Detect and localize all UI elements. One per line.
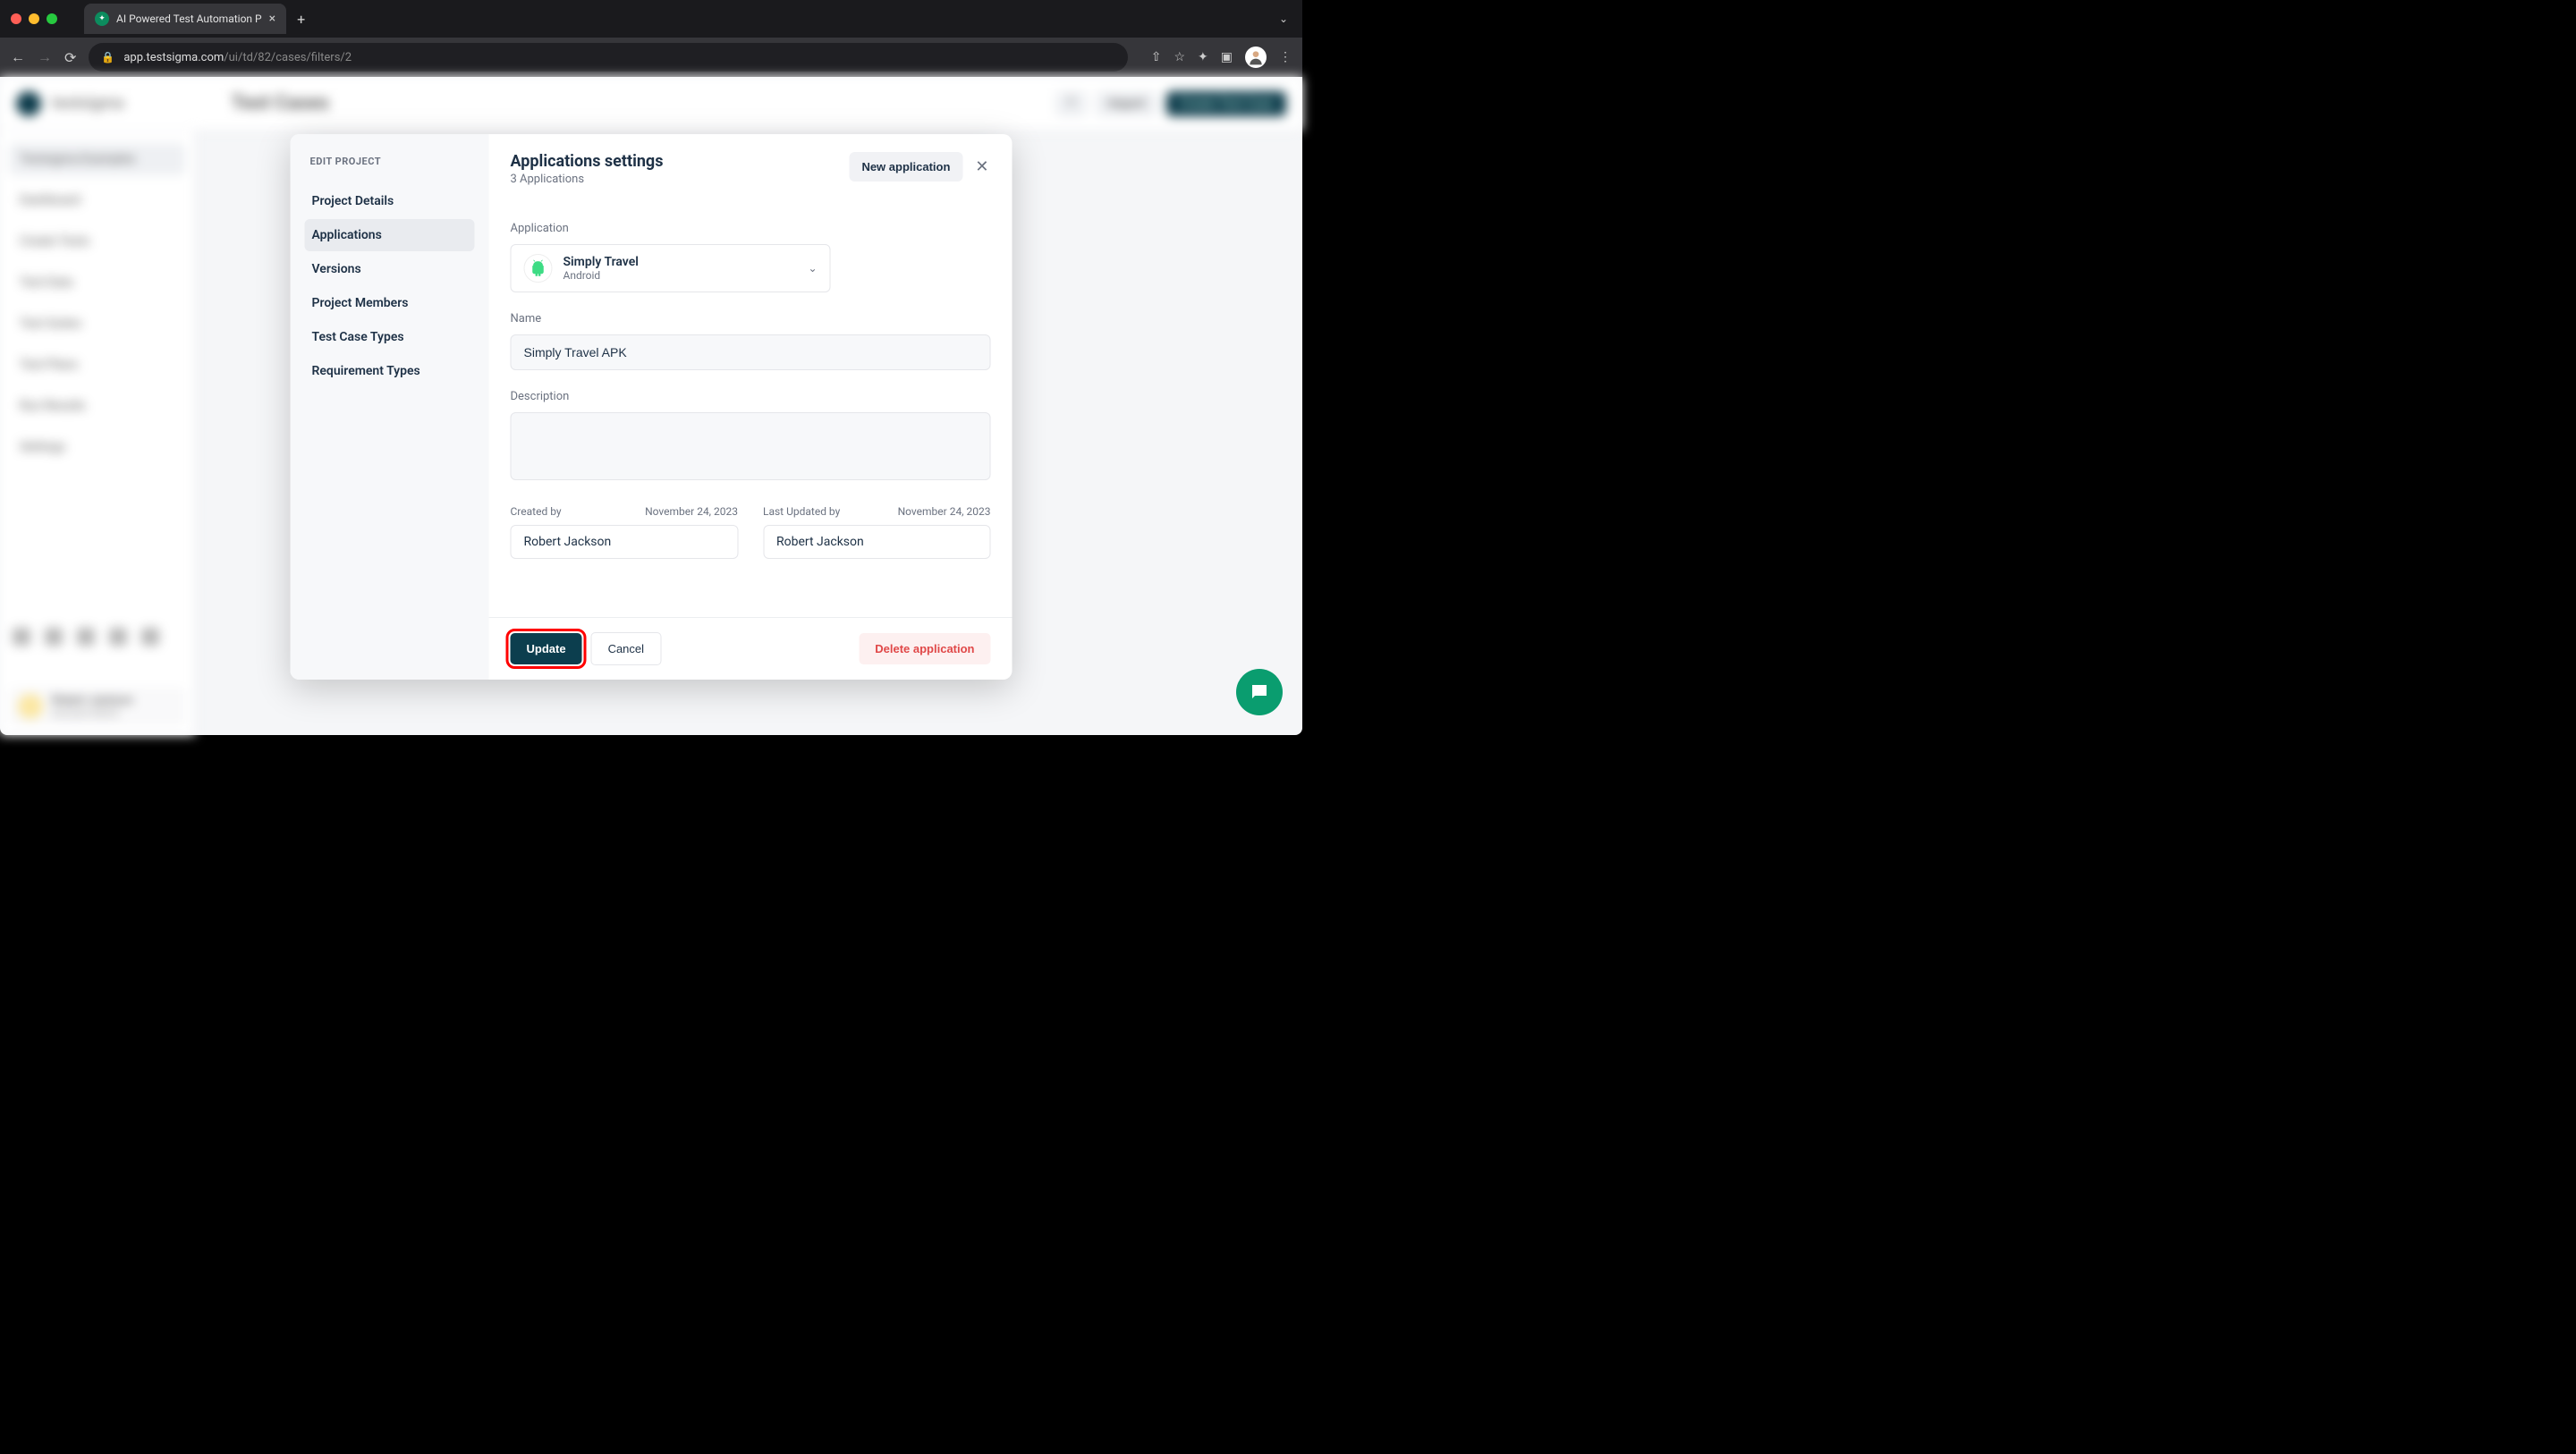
edit-project-label: EDIT PROJECT [305, 156, 475, 167]
cancel-button[interactable]: Cancel [591, 632, 661, 665]
modal-footer: Update Cancel Delete application [489, 617, 1013, 680]
app-platform: Android [564, 269, 798, 282]
lock-icon: 🔒 [101, 51, 114, 63]
tabs-dropdown-icon[interactable]: ⌄ [1279, 13, 1288, 25]
modal-title: Applications settings [511, 152, 839, 171]
sidebar-item-test-case-types[interactable]: Test Case Types [305, 321, 475, 353]
android-icon [524, 254, 553, 283]
application-select[interactable]: Simply Travel Android ⌄ [511, 244, 831, 292]
updated-date: November 24, 2023 [898, 505, 991, 518]
form-area: Application Simply Travel Android ⌄ Name [489, 199, 1013, 617]
browser-chrome: ✦ AI Powered Test Automation P × + ⌄ ← →… [0, 0, 1302, 77]
update-button[interactable]: Update [511, 633, 582, 664]
application-label: Application [511, 222, 991, 235]
chevron-down-icon: ⌄ [808, 262, 817, 275]
app-name: Simply Travel [564, 255, 798, 269]
profile-avatar[interactable] [1245, 46, 1267, 68]
new-application-button[interactable]: New application [849, 152, 962, 182]
address-bar[interactable]: 🔒 app.testsigma.com/ui/td/82/cases/filte… [89, 43, 1127, 72]
modal-subtitle: 3 Applications [511, 173, 839, 186]
star-icon[interactable]: ☆ [1174, 50, 1185, 64]
viewport: testsigma Test Cases ? Import Create Tes… [0, 77, 1302, 735]
window-close-icon[interactable] [11, 13, 21, 24]
updated-by-value: Robert Jackson [763, 525, 991, 559]
nav-forward-icon[interactable]: → [38, 48, 52, 66]
browser-tab[interactable]: ✦ AI Powered Test Automation P × [84, 4, 286, 34]
nav-back-icon[interactable]: ← [11, 48, 25, 66]
close-icon[interactable]: ✕ [973, 152, 990, 182]
tab-favicon: ✦ [95, 12, 109, 26]
sidebar-item-requirement-types[interactable]: Requirement Types [305, 355, 475, 387]
description-label: Description [511, 390, 991, 403]
delete-application-button[interactable]: Delete application [859, 633, 990, 664]
sidebar-item-project-members[interactable]: Project Members [305, 287, 475, 319]
meta-row: Created by November 24, 2023 Robert Jack… [511, 505, 991, 559]
window-max-icon[interactable] [47, 13, 57, 24]
sidebar-item-versions[interactable]: Versions [305, 253, 475, 285]
modal-main: Applications settings 3 Applications New… [489, 134, 1013, 680]
tab-bar: ✦ AI Powered Test Automation P × + ⌄ [0, 0, 1302, 38]
share-icon[interactable]: ⇧ [1151, 50, 1162, 64]
window-min-icon[interactable] [29, 13, 39, 24]
puzzle-icon[interactable]: ✦ [1198, 50, 1208, 64]
nav-reload-icon[interactable]: ⟳ [64, 49, 76, 66]
panel-icon[interactable]: ▣ [1221, 50, 1233, 64]
tab-title: AI Powered Test Automation P [116, 13, 262, 25]
modal-sidebar: EDIT PROJECT Project Details Application… [291, 134, 489, 680]
name-input[interactable] [511, 334, 991, 370]
description-input[interactable] [511, 412, 991, 480]
created-by-label: Created by [511, 505, 562, 518]
modal-header: Applications settings 3 Applications New… [489, 134, 1013, 199]
updated-by-label: Last Updated by [763, 505, 840, 518]
created-date: November 24, 2023 [645, 505, 738, 518]
traffic-lights [11, 13, 57, 24]
chat-fab[interactable] [1236, 669, 1283, 715]
sidebar-item-project-details[interactable]: Project Details [305, 185, 475, 217]
new-tab-icon[interactable]: + [297, 11, 305, 28]
created-by-value: Robert Jackson [511, 525, 739, 559]
name-label: Name [511, 312, 991, 325]
browser-actions: ⇧ ☆ ✦ ▣ ⋮ [1151, 46, 1292, 68]
kebab-icon[interactable]: ⋮ [1279, 50, 1292, 64]
sidebar-item-applications[interactable]: Applications [305, 219, 475, 251]
url-bar: ← → ⟳ 🔒 app.testsigma.com/ui/td/82/cases… [0, 38, 1302, 77]
tab-close-icon[interactable]: × [269, 12, 275, 26]
url-text: app.testsigma.com/ui/td/82/cases/filters… [123, 51, 352, 64]
edit-project-modal: EDIT PROJECT Project Details Application… [291, 134, 1013, 680]
